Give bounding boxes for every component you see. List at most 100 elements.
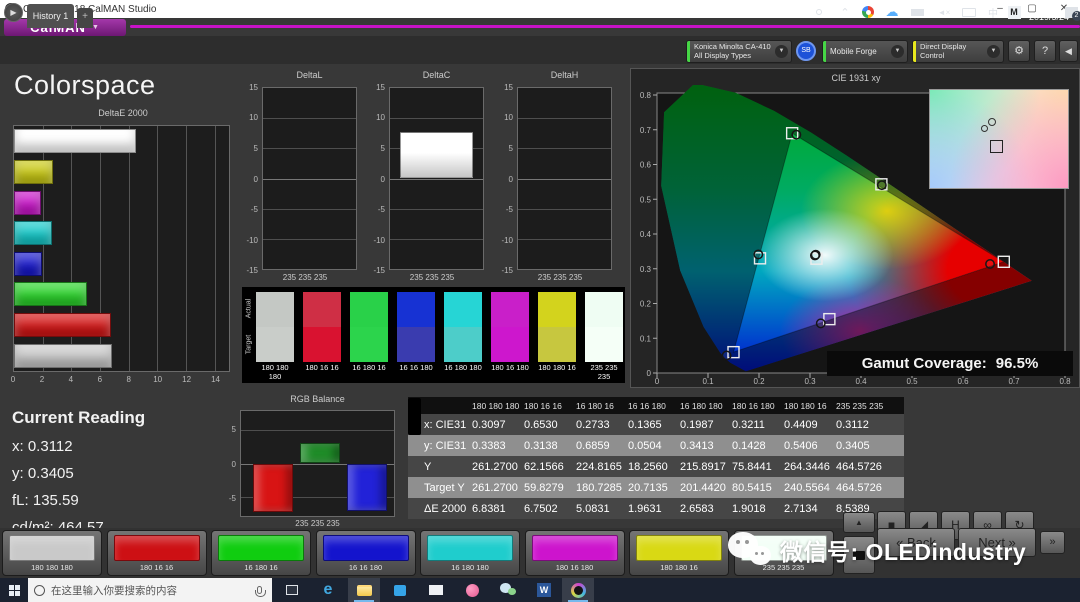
more-patterns-button[interactable]: » — [1040, 531, 1065, 554]
collapse-panel-button[interactable]: ◀ — [1059, 40, 1078, 62]
column-header: 180 16 16 — [524, 400, 562, 411]
watermark: 微信号: OLEDindustry — [728, 530, 1026, 570]
table-cell: 0.4409 — [784, 418, 818, 431]
swatch-180-180-16: 180 180 16 — [538, 292, 576, 381]
tab-history-1[interactable]: History 1 — [27, 4, 74, 28]
tray-keyboard-icon[interactable] — [958, 0, 980, 24]
patch-button-180-180-16[interactable]: 180 180 16 — [629, 530, 729, 576]
tray-battery-icon[interactable] — [906, 0, 928, 24]
gridline — [518, 208, 611, 210]
y-tick-label: 10 — [376, 113, 385, 123]
gear-icon: ⚙ — [1014, 45, 1024, 57]
table-cell: 0.1365 — [628, 418, 662, 431]
play-icon: ▶ — [10, 8, 17, 17]
taskbar-wechat-button[interactable] — [492, 578, 524, 602]
taskbar-calman-button[interactable] — [562, 578, 594, 602]
taskbar-mail-button[interactable] — [420, 578, 452, 602]
people-tray-icon[interactable] — [808, 0, 830, 24]
help-button[interactable]: ? — [1034, 40, 1056, 62]
table-cell: 1.9631 — [628, 502, 662, 515]
settings-button[interactable]: ⚙ — [1008, 40, 1030, 62]
table-scroll-tab[interactable] — [408, 398, 421, 435]
tray-onedrive-icon[interactable]: ☁ — [882, 0, 902, 24]
patch-button-16-16-180[interactable]: 16 16 180 — [315, 530, 416, 576]
notification-center-button[interactable]: 2 — [1062, 0, 1080, 24]
measured-point-marker — [981, 125, 988, 132]
start-button[interactable] — [0, 578, 28, 602]
chevron-down-icon: ▼ — [775, 45, 788, 58]
table-row-ΔE-2000: ΔE 2000 6.8381 6.7502 5.0831 1.9631 2.6583 1.9… — [408, 498, 904, 519]
y-tick-label: 0 — [508, 174, 513, 184]
swatch-180-16-16: 180 16 16 — [303, 292, 341, 381]
patch-button-16-180-16[interactable]: 16 180 16 — [211, 530, 311, 576]
wechat-icon — [500, 583, 516, 597]
microphone-icon — [255, 586, 266, 597]
deltah-chart: DeltaH 15 10 5 0 -5 -10 -15 235 235 235 — [495, 70, 615, 288]
deltal-chart-title: DeltaL — [296, 70, 323, 80]
taskbar-explorer-button[interactable] — [348, 578, 380, 602]
patch-button-180-16-16[interactable]: 180 16 16 — [106, 530, 207, 576]
file-explorer-icon — [356, 584, 372, 596]
sb-badge-button[interactable]: SB — [796, 41, 816, 61]
rgb-balance-y-axis: 5 0 -5 — [218, 410, 238, 517]
gridline — [157, 126, 159, 371]
y-tick-label: 15 — [504, 83, 513, 92]
task-view-button[interactable] — [276, 578, 308, 602]
table-cell: 464.5726 — [836, 481, 882, 494]
meter-device-dropdown[interactable]: Konica Minolta CA-410 All Display Types … — [686, 40, 792, 63]
cie-measured-red — [985, 259, 995, 269]
gridline — [263, 238, 356, 240]
svg-text:0.8: 0.8 — [640, 91, 652, 100]
gamut-coverage-readout: Gamut Coverage: 96.5% — [827, 351, 1073, 376]
patch-button-16-180-180[interactable]: 16 180 180 — [420, 530, 520, 576]
deltae-bar-180-180-180 — [14, 343, 112, 368]
chrome-icon — [862, 6, 874, 18]
display-control-name: Direct Display Control — [920, 41, 967, 60]
patch-button-180-16-180[interactable]: 180 16 180 — [524, 530, 625, 576]
tray-ime-indicator[interactable]: 中 — [984, 0, 1002, 24]
table-cell: 2.7134 — [784, 502, 818, 515]
swatch-label: 180 180 180 — [261, 363, 289, 381]
y-tick-label: -5 — [377, 204, 385, 214]
taskbar-store-button[interactable] — [384, 578, 416, 602]
swatch-16-180-180: 16 180 180 — [444, 292, 482, 381]
svg-text:0.2: 0.2 — [640, 300, 652, 309]
tray-expand-button[interactable]: ⌃ — [836, 0, 854, 24]
deltah-x-label: 235 235 235 — [537, 273, 583, 282]
table-row-Y: Y 261.2700 62.1566 224.8165 18.2560 215.8917 7… — [408, 456, 904, 477]
rgb-bar-blue — [347, 463, 387, 512]
calman-taskbar-icon — [570, 582, 586, 598]
word-icon: W — [537, 583, 551, 597]
deltac-plot — [389, 87, 484, 270]
taskbar-search-input[interactable]: 在这里输入你要搜索的内容 — [28, 578, 272, 602]
history-menu-button[interactable]: ▶ — [4, 3, 23, 22]
tray-ime-mode[interactable]: M — [1004, 0, 1024, 24]
mail-icon — [429, 585, 443, 595]
gridline — [518, 148, 611, 150]
tray-chrome-icon[interactable] — [858, 0, 878, 24]
taskbar-edge-button[interactable]: e — [312, 578, 344, 602]
patch-color — [427, 535, 513, 561]
display-control-dropdown[interactable]: Direct Display Control ▼ — [912, 40, 1004, 63]
gridline — [263, 118, 356, 120]
y-tick-label: 0 — [231, 459, 236, 469]
tray-volume-icon[interactable]: ◄× — [932, 0, 956, 24]
add-tab-button[interactable]: + — [77, 8, 93, 28]
column-header: 16 180 16 — [576, 400, 614, 411]
swatch-label: 235 235 235 — [590, 363, 618, 381]
taskbar-word-button[interactable]: W — [528, 578, 560, 602]
patch-button-180-180-180[interactable]: 180 180 180 — [2, 530, 102, 576]
deltal-plot — [262, 87, 357, 270]
deltac-chart-title: DeltaC — [422, 70, 451, 80]
speaker-muted-icon: ◄× — [937, 7, 951, 17]
source-device-dropdown[interactable]: Mobile Forge ▼ — [822, 40, 908, 63]
chevron-up-icon: ⌃ — [840, 6, 850, 19]
table-body: x: CIE31 0.3097 0.6530 0.2733 0.1365 0.1987 0.… — [408, 414, 904, 519]
column-header: 16 16 180 — [628, 400, 666, 411]
store-icon — [394, 584, 406, 596]
taskbar-photos-button[interactable] — [456, 578, 488, 602]
table-cell: 0.5406 — [784, 439, 818, 452]
svg-text:0.3: 0.3 — [804, 377, 816, 385]
deltal-x-label: 235 235 235 — [282, 273, 328, 282]
column-header: 16 180 180 — [680, 400, 723, 411]
